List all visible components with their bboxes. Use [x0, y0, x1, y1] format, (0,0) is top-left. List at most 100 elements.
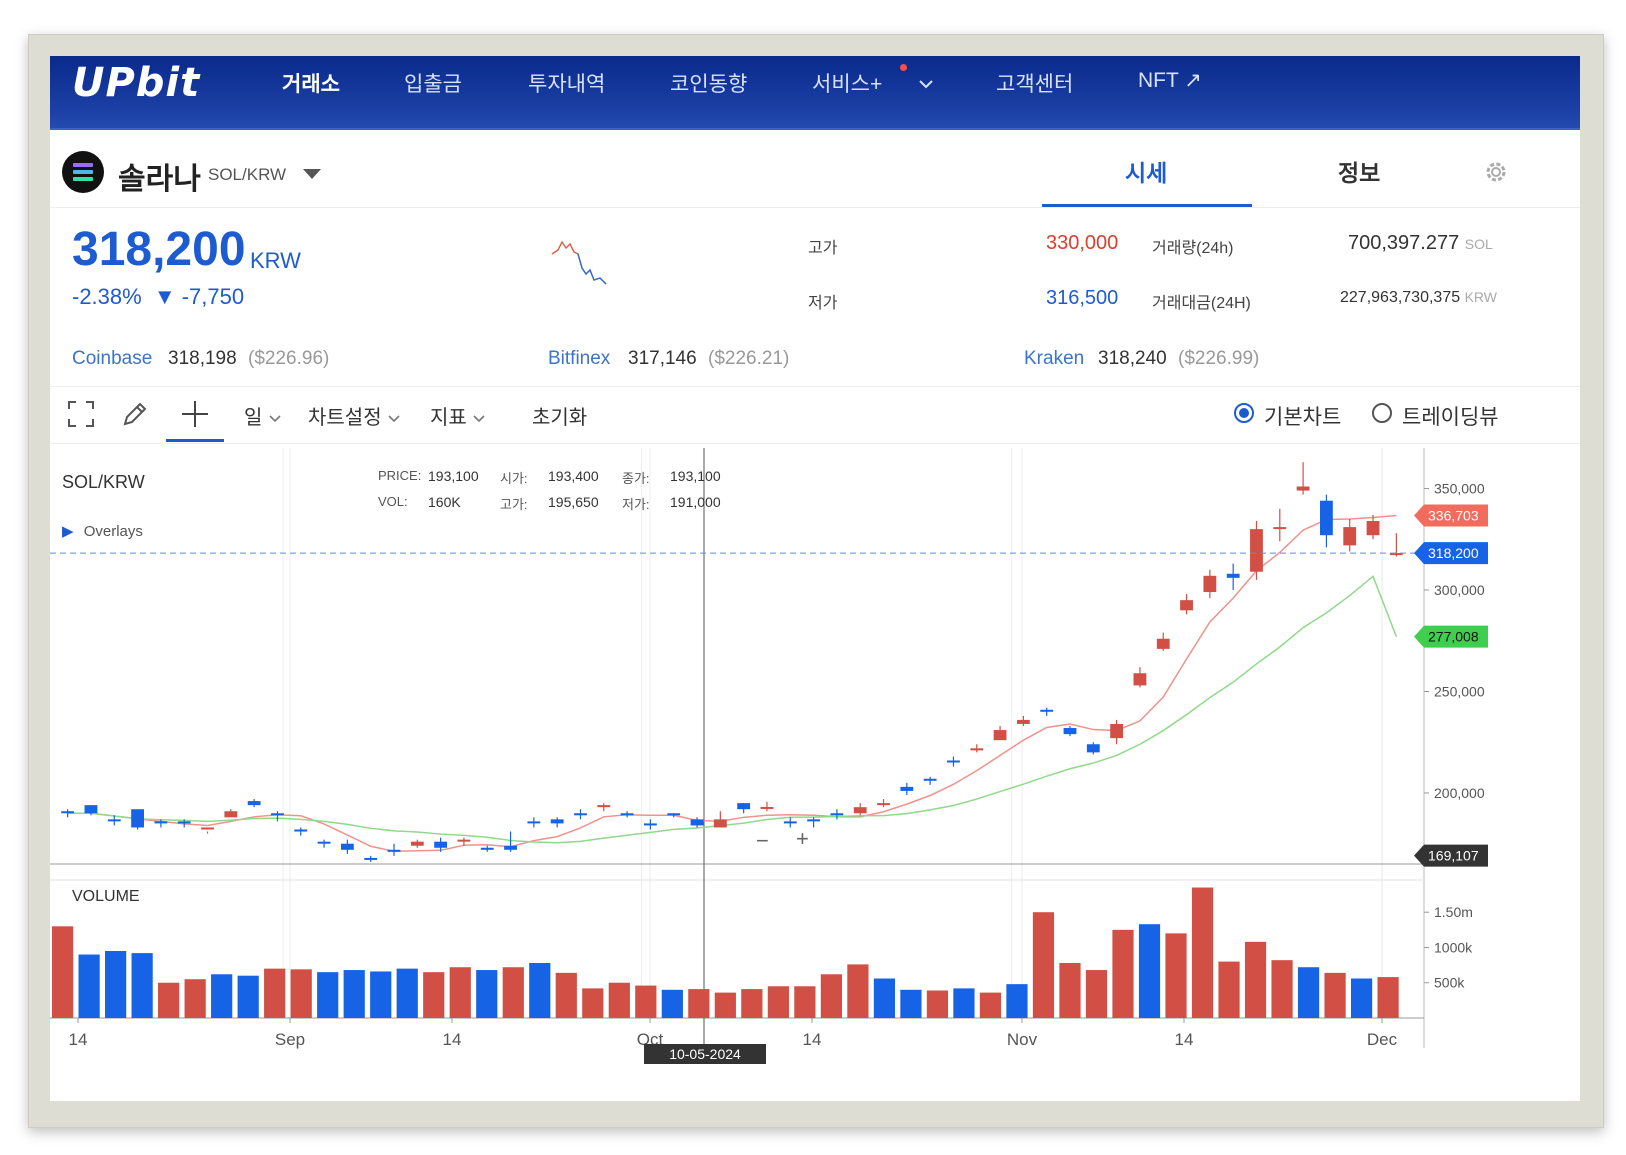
x-tick-label: 14 [1175, 1030, 1194, 1049]
candle-body [410, 841, 424, 846]
exchange-usd-coinbase: ($226.96) [248, 348, 330, 369]
chart-settings-button[interactable]: 차트설정 [308, 401, 401, 430]
volume-bar [502, 967, 524, 1018]
caret-down-icon[interactable] [303, 169, 321, 179]
volume-bar [688, 989, 710, 1018]
tooltip-low-label: 저가: [622, 497, 650, 512]
volume-bar [1297, 967, 1320, 1018]
candle-body [737, 803, 751, 810]
volume-tick-label: 1000k [1434, 939, 1473, 955]
chart-settings-label: 차트설정 [308, 407, 382, 429]
nav-coin-trends[interactable]: 코인동향 [670, 68, 747, 98]
reset-button[interactable]: 초기화 [532, 401, 587, 430]
volume-bar [635, 985, 657, 1018]
current-price-label: 318,200 [1428, 545, 1479, 561]
amount-24h-label: 거래대금(24H) [1152, 295, 1251, 312]
chart-symbol: SOL/KRW [62, 472, 145, 492]
price-chart[interactable]: 350,000 300,000 250,000 200,000 336,703 318,2… [50, 448, 1580, 1101]
candle-body [1296, 486, 1310, 491]
volume-bar [237, 975, 259, 1018]
tab-market-price[interactable]: 시세 [1125, 154, 1167, 188]
volume-bar [555, 972, 577, 1018]
volume-bar [608, 982, 630, 1018]
volume-bar [396, 968, 418, 1018]
indicators-button[interactable]: 지표 [430, 401, 486, 430]
nav-exchange[interactable]: 거래소 [282, 68, 340, 98]
candle-body [830, 813, 844, 816]
exchange-name-bitfinex[interactable]: Bitfinex [548, 348, 610, 370]
basic-chart-label[interactable]: 기본차트 [1264, 401, 1341, 431]
candle-body [527, 821, 541, 824]
candle-body [900, 786, 914, 791]
volume-bar [767, 986, 789, 1018]
volume-bar [1271, 960, 1293, 1018]
coin-name: 솔라나 [118, 163, 201, 196]
candle-body [1133, 673, 1147, 686]
volume-bar [741, 989, 763, 1018]
tab-info[interactable]: 정보 [1338, 154, 1380, 188]
tooltip-price-label: PRICE: [378, 468, 422, 483]
candle-body [1273, 527, 1287, 530]
volume-bar [184, 979, 206, 1018]
nav-investments[interactable]: 투자내역 [528, 68, 605, 98]
candle-body [271, 813, 284, 816]
amount-24h-value: 227,963,730,375 KRW [1340, 289, 1497, 307]
volume-bar [317, 972, 339, 1018]
interval-select[interactable]: 일 [244, 401, 282, 430]
chevron-down-icon[interactable] [918, 78, 934, 90]
volume-24h-number: 700,397.277 [1348, 232, 1460, 254]
volume-bar [1138, 924, 1161, 1018]
overlays-toggle[interactable]: ▶ Overlays [62, 522, 143, 540]
candle-body [387, 849, 401, 852]
volume-bar [52, 926, 74, 1018]
volume-tick-label: 1.50m [1434, 904, 1473, 920]
exchange-name-kraken[interactable]: Kraken [1024, 348, 1084, 370]
change-amount: ▼ -7,750 [153, 284, 245, 309]
candle-body [760, 806, 774, 809]
bottom-marker-label: 169,107 [1428, 848, 1479, 864]
volume-bar [131, 953, 153, 1018]
candle-body [201, 827, 214, 830]
tooltip-high: 195,650 [548, 494, 599, 510]
tooltip-high-label: 고가: [500, 497, 528, 512]
exchange-name-coinbase[interactable]: Coinbase [72, 348, 152, 370]
exchange-usd-bitfinex: ($226.21) [708, 348, 790, 369]
volume-bar [979, 992, 1002, 1018]
candle-body [1180, 600, 1193, 611]
change-percent: -2.38% [72, 284, 142, 309]
basic-chart-radio[interactable] [1234, 403, 1254, 423]
crosshair-icon[interactable] [180, 399, 210, 429]
candle-body [1110, 723, 1124, 739]
zoom-out-button[interactable]: − [756, 828, 769, 854]
volume-24h-value: 700,397.277 SOL [1348, 232, 1493, 255]
tradingview-label[interactable]: 트레이딩뷰 [1402, 401, 1499, 431]
candle-body [667, 813, 681, 816]
high-label: 고가 [808, 240, 838, 257]
volume-bar [953, 988, 975, 1018]
candle-body [1203, 575, 1217, 593]
volume-bar [1085, 970, 1108, 1018]
nav-deposit-withdraw[interactable]: 입출금 [404, 68, 462, 98]
nav-customer-center[interactable]: 고객센터 [996, 68, 1073, 98]
volume-bar [211, 974, 233, 1018]
gear-icon[interactable] [1482, 158, 1510, 186]
zoom-in-button[interactable]: + [796, 826, 809, 852]
volume-bar [343, 970, 365, 1018]
moving-average-short [67, 514, 1397, 853]
volume-24h-label: 거래량(24h) [1152, 240, 1234, 257]
chevron-down-icon [269, 415, 281, 423]
candle-body [783, 821, 797, 824]
chart-canvas[interactable]: 350,000 300,000 250,000 200,000 336,703 318,2… [50, 448, 1580, 1101]
candle-body [1250, 529, 1263, 572]
nav-nft[interactable]: NFT ↗ [1138, 68, 1202, 93]
candle-body [294, 829, 308, 832]
candle-body [340, 843, 354, 850]
nav-services[interactable]: 서비스+ [812, 68, 882, 98]
candle-body [970, 748, 984, 751]
pencil-icon[interactable] [120, 399, 150, 429]
upbit-logo[interactable]: UPbit [72, 60, 200, 106]
amount-24h-unit: KRW [1464, 289, 1497, 305]
volume-bar [290, 969, 312, 1018]
tradingview-radio[interactable] [1372, 403, 1392, 423]
fullscreen-icon[interactable] [66, 399, 96, 429]
